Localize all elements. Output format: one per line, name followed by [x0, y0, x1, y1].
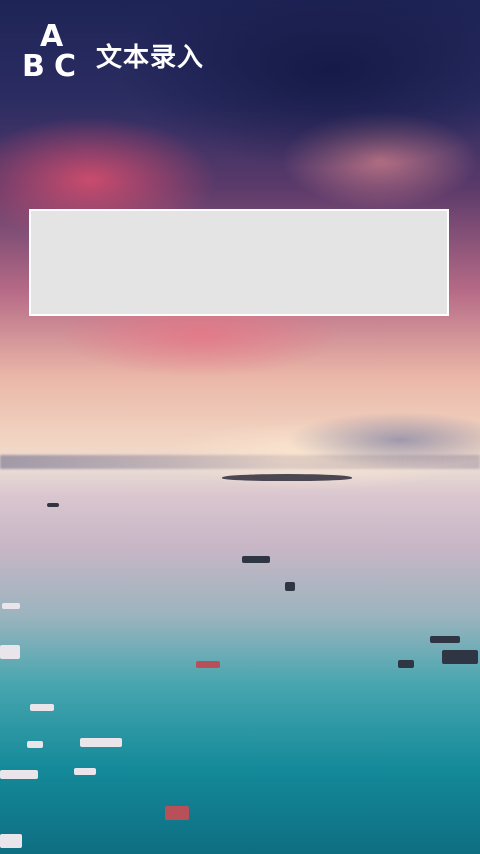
background-boat	[242, 556, 270, 563]
background-horizon	[0, 455, 480, 469]
abc-logo-icon: A B C	[22, 22, 82, 84]
app-header: A B C 文本录入	[0, 0, 480, 100]
logo-letter-c: C	[54, 49, 77, 84]
background-boat	[47, 503, 59, 507]
logo-letter-b: B	[22, 49, 45, 84]
background-boat	[165, 806, 189, 820]
background-boat	[30, 704, 54, 711]
text-input-area[interactable]	[29, 209, 449, 316]
background-boat	[0, 645, 20, 659]
background-boat	[430, 636, 460, 643]
background-boat	[442, 650, 478, 664]
background-boat	[2, 603, 20, 609]
logo-letter-a: A	[40, 19, 64, 54]
background-boat	[74, 768, 96, 775]
background-island	[222, 474, 352, 481]
background-boat	[0, 834, 22, 848]
background-boat	[80, 738, 122, 747]
background-seascape-image	[0, 0, 480, 854]
page-title: 文本录入	[96, 43, 205, 73]
background-boat	[196, 661, 220, 668]
background-boat	[27, 741, 43, 748]
background-boat	[0, 770, 38, 779]
background-boat	[285, 582, 295, 591]
background-boat	[398, 660, 414, 668]
